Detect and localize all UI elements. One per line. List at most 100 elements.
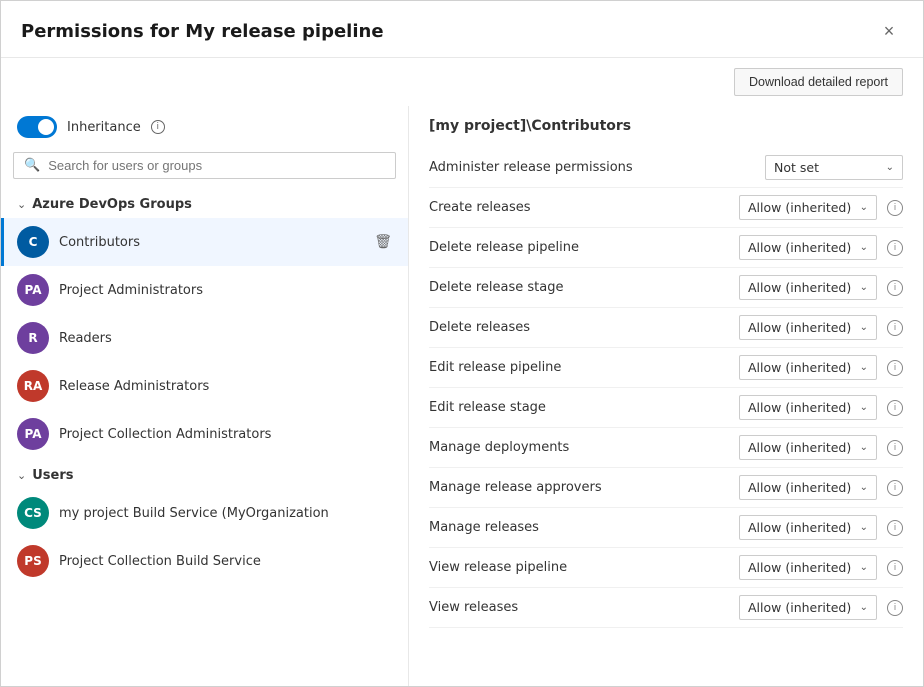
avatar: C [17, 226, 49, 258]
permission-row: Delete release pipeline Allow (inherited… [429, 228, 903, 268]
chevron-down-icon: ⌄ [860, 442, 868, 453]
perm-value: Allow (inherited) [748, 520, 856, 535]
manage-approvers-select[interactable]: Allow (inherited) ⌄ [739, 475, 877, 500]
azure-devops-groups-label: Azure DevOps Groups [32, 197, 192, 212]
manage-deployments-select[interactable]: Allow (inherited) ⌄ [739, 435, 877, 460]
toolbar: Download detailed report [1, 58, 923, 106]
avatar: R [17, 322, 49, 354]
user-name: my project Build Service (MyOrganization [59, 506, 364, 521]
perm-info-icon[interactable]: i [887, 600, 903, 616]
avatar: PS [17, 545, 49, 577]
avatar: PA [17, 274, 49, 306]
search-box[interactable]: 🔍 [13, 152, 396, 179]
permission-name: Administer release permissions [429, 160, 755, 175]
perm-value: Allow (inherited) [748, 400, 856, 415]
perm-value: Allow (inherited) [748, 280, 856, 295]
permission-row: Edit release pipeline Allow (inherited) … [429, 348, 903, 388]
permission-row: Manage releases Allow (inherited) ⌄ i [429, 508, 903, 548]
delete-pipeline-select[interactable]: Allow (inherited) ⌄ [739, 235, 877, 260]
manage-releases-select[interactable]: Allow (inherited) ⌄ [739, 515, 877, 540]
perm-info-icon[interactable]: i [887, 280, 903, 296]
perm-info-icon[interactable]: i [887, 560, 903, 576]
permission-name: View release pipeline [429, 560, 729, 575]
chevron-down-icon: ⌄ [860, 362, 868, 373]
edit-stage-select[interactable]: Allow (inherited) ⌄ [739, 395, 877, 420]
permission-name: Delete releases [429, 320, 729, 335]
delete-releases-select[interactable]: Allow (inherited) ⌄ [739, 315, 877, 340]
user-name: Project Collection Build Service [59, 554, 364, 569]
chevron-down-icon: ⌄ [860, 322, 868, 333]
permission-row: Administer release permissions Not set ⌄ [429, 148, 903, 188]
list-item[interactable]: RA Release Administrators 🗑 [1, 362, 408, 410]
search-input[interactable] [48, 158, 385, 173]
list-item[interactable]: PA Project Administrators 🗑 [1, 266, 408, 314]
permission-name: Delete release stage [429, 280, 729, 295]
perm-info-icon[interactable]: i [887, 480, 903, 496]
list-item[interactable]: C Contributors 🗑 [1, 218, 408, 266]
perm-info-icon[interactable]: i [887, 440, 903, 456]
perm-info-icon[interactable]: i [887, 320, 903, 336]
dialog-header: Permissions for My release pipeline × [1, 1, 923, 58]
azure-devops-groups-header[interactable]: ⌄ Azure DevOps Groups [1, 191, 408, 218]
azure-devops-groups-section: ⌄ Azure DevOps Groups C Contributors 🗑 P… [1, 191, 408, 458]
perm-value: Allow (inherited) [748, 560, 856, 575]
inheritance-toggle[interactable] [17, 116, 57, 138]
list-item[interactable]: R Readers 🗑 [1, 314, 408, 362]
permission-name: Manage deployments [429, 440, 729, 455]
chevron-down-icon: ⌄ [860, 402, 868, 413]
create-releases-select[interactable]: Allow (inherited) ⌄ [739, 195, 877, 220]
chevron-down-icon: ⌄ [860, 522, 868, 533]
users-chevron-icon: ⌄ [17, 469, 26, 482]
permission-name: Delete release pipeline [429, 240, 729, 255]
chevron-down-icon: ⌄ [860, 202, 868, 213]
close-button[interactable]: × [875, 17, 903, 45]
user-name: Contributors [59, 235, 364, 250]
delete-icon[interactable]: 🗑 [374, 234, 392, 250]
perm-info-icon[interactable]: i [887, 240, 903, 256]
perm-info-icon[interactable]: i [887, 360, 903, 376]
perm-value: Allow (inherited) [748, 360, 856, 375]
view-pipeline-select[interactable]: Allow (inherited) ⌄ [739, 555, 877, 580]
perm-value: Allow (inherited) [748, 440, 856, 455]
right-panel: [my project]\Contributors Administer rel… [409, 106, 923, 686]
delete-stage-select[interactable]: Allow (inherited) ⌄ [739, 275, 877, 300]
avatar: RA [17, 370, 49, 402]
avatar: CS [17, 497, 49, 529]
users-label: Users [32, 468, 73, 483]
perm-info-icon[interactable]: i [887, 520, 903, 536]
left-panel: Inheritance i 🔍 ⌄ Azure DevOps Groups C … [1, 106, 409, 686]
permission-name: View releases [429, 600, 729, 615]
perm-info-icon[interactable]: i [887, 200, 903, 216]
user-name: Release Administrators [59, 379, 364, 394]
permission-row: Create releases Allow (inherited) ⌄ i [429, 188, 903, 228]
chevron-down-icon: ⌄ [860, 602, 868, 613]
chevron-down-icon: ⌄ [860, 562, 868, 573]
perm-info-icon[interactable]: i [887, 400, 903, 416]
chevron-down-icon: ⌄ [886, 162, 894, 173]
inheritance-info-icon[interactable]: i [151, 120, 165, 134]
chevron-down-icon: ⌄ [860, 242, 868, 253]
panel-group-title: [my project]\Contributors [429, 118, 903, 134]
permission-row: Manage deployments Allow (inherited) ⌄ i [429, 428, 903, 468]
view-releases-select[interactable]: Allow (inherited) ⌄ [739, 595, 877, 620]
users-header[interactable]: ⌄ Users [1, 462, 408, 489]
perm-value: Allow (inherited) [748, 240, 856, 255]
chevron-down-icon: ⌄ [860, 282, 868, 293]
list-item[interactable]: CS my project Build Service (MyOrganizat… [1, 489, 408, 537]
perm-value: Not set [774, 160, 882, 175]
list-item[interactable]: PA Project Collection Administrators 🗑 [1, 410, 408, 458]
groups-chevron-icon: ⌄ [17, 198, 26, 211]
perm-value: Allow (inherited) [748, 200, 856, 215]
download-report-button[interactable]: Download detailed report [734, 68, 903, 96]
permission-row: View release pipeline Allow (inherited) … [429, 548, 903, 588]
dialog-title: Permissions for My release pipeline [21, 21, 384, 42]
administer-permission-select[interactable]: Not set ⌄ [765, 155, 903, 180]
permission-row: Delete release stage Allow (inherited) ⌄… [429, 268, 903, 308]
list-item[interactable]: PS Project Collection Build Service 🗑 [1, 537, 408, 585]
edit-pipeline-select[interactable]: Allow (inherited) ⌄ [739, 355, 877, 380]
avatar: PA [17, 418, 49, 450]
inheritance-row: Inheritance i [1, 106, 408, 148]
permission-row: Manage release approvers Allow (inherite… [429, 468, 903, 508]
search-icon: 🔍 [24, 158, 40, 173]
permissions-dialog: Permissions for My release pipeline × Do… [0, 0, 924, 687]
